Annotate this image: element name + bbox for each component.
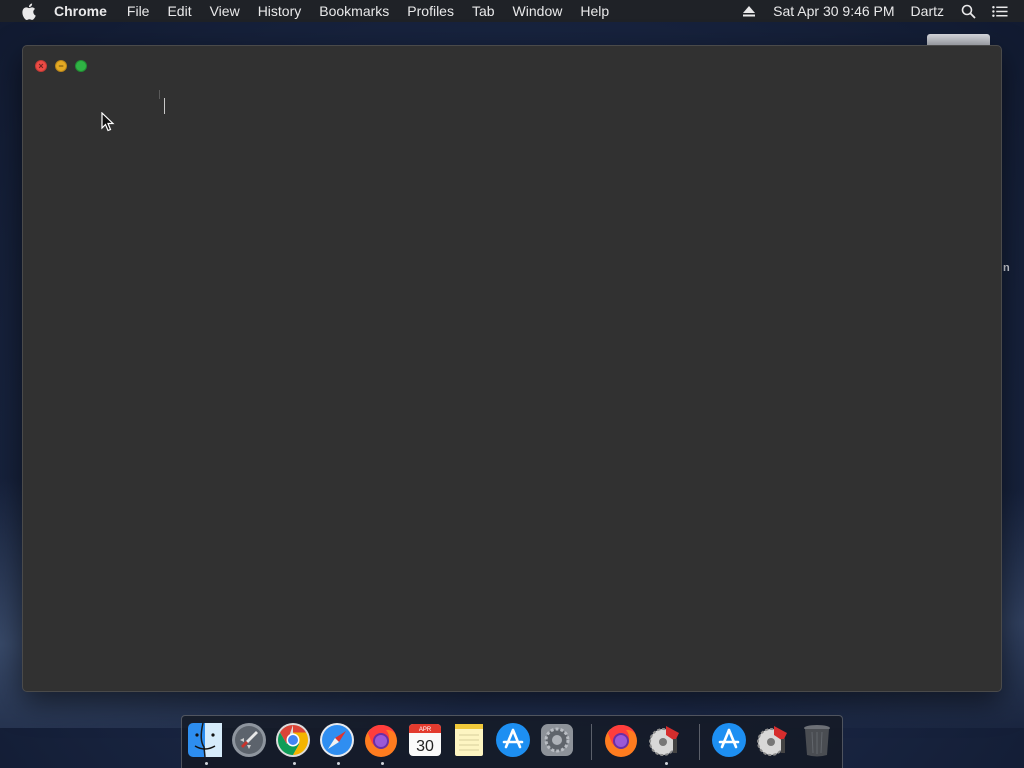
desktop-item-label[interactable]: n <box>1003 262 1010 274</box>
menu-profiles[interactable]: Profiles <box>407 3 454 19</box>
launchpad-icon <box>232 723 266 757</box>
menu-file[interactable]: File <box>127 3 150 19</box>
running-indicator <box>204 762 208 765</box>
safari-icon <box>320 723 354 757</box>
dock-chrome[interactable] <box>274 721 314 765</box>
dock-calendar[interactable]: APR 30 <box>406 721 446 763</box>
dock-firefox[interactable] <box>362 721 402 765</box>
dock: APR 30 <box>181 715 843 768</box>
dock-trash[interactable] <box>798 721 838 763</box>
menu-bar-status-area: Sat Apr 30 9:46 PM Dartz <box>742 0 1024 22</box>
calendar-icon: APR 30 <box>409 724 441 756</box>
running-indicator <box>664 762 668 765</box>
text-caret-ghost <box>159 90 160 99</box>
menu-clock[interactable]: Sat Apr 30 9:46 PM <box>773 3 894 19</box>
saw-app-icon <box>757 726 787 756</box>
dock-notes[interactable] <box>450 721 490 763</box>
apple-logo-icon[interactable] <box>19 2 37 20</box>
window-controls: × − <box>35 60 87 72</box>
menu-edit[interactable]: Edit <box>167 3 191 19</box>
menu-bar: Chrome File Edit View History Bookmarks … <box>0 0 1024 22</box>
chrome-icon <box>276 723 310 757</box>
running-indicator <box>292 762 296 765</box>
app-store-icon <box>496 723 530 757</box>
system-preferences-icon <box>541 724 573 756</box>
minimize-window-button[interactable]: − <box>55 60 67 72</box>
dock-separator <box>699 724 700 760</box>
dock-saw-app[interactable] <box>646 721 686 765</box>
firefox-icon <box>605 725 637 757</box>
text-caret <box>164 98 165 114</box>
menu-view[interactable]: View <box>210 3 240 19</box>
fullscreen-window-button[interactable] <box>75 60 87 72</box>
mouse-pointer-icon <box>101 112 115 132</box>
dock-app-store-downloads[interactable] <box>710 721 750 763</box>
dock-safari[interactable] <box>318 721 358 765</box>
dock-firefox-2[interactable] <box>602 721 642 763</box>
dock-saw-app-2[interactable] <box>754 721 794 763</box>
calendar-month: APR <box>419 727 432 733</box>
eject-icon[interactable] <box>742 4 756 18</box>
notes-icon <box>455 724 483 756</box>
spotlight-search-icon[interactable] <box>960 3 976 19</box>
saw-app-icon <box>649 726 679 756</box>
menu-user[interactable]: Dartz <box>911 3 944 19</box>
close-window-button[interactable]: × <box>35 60 47 72</box>
dock-system-preferences[interactable] <box>538 721 578 763</box>
fullscreen-icon <box>76 61 86 71</box>
running-indicator <box>336 762 340 765</box>
finder-icon <box>188 722 222 758</box>
dock-separator <box>591 724 592 760</box>
minimize-icon: − <box>58 60 64 71</box>
firefox-icon <box>365 725 397 757</box>
menu-help[interactable]: Help <box>580 3 609 19</box>
dock-finder[interactable] <box>186 721 226 765</box>
dock-launchpad[interactable] <box>230 721 270 763</box>
menu-bookmarks[interactable]: Bookmarks <box>319 3 389 19</box>
menu-app-name[interactable]: Chrome <box>54 3 107 19</box>
menu-window[interactable]: Window <box>513 3 563 19</box>
chrome-window: × − <box>22 45 1002 692</box>
menu-history[interactable]: History <box>258 3 302 19</box>
close-icon: × <box>38 60 44 71</box>
dock-app-store[interactable] <box>494 721 534 763</box>
trash-icon <box>804 725 830 757</box>
running-indicator <box>380 762 384 765</box>
menu-tab[interactable]: Tab <box>472 3 495 19</box>
calendar-day: 30 <box>416 738 434 755</box>
app-store-downloads-icon <box>712 723 746 757</box>
notification-center-icon[interactable] <box>992 3 1008 19</box>
